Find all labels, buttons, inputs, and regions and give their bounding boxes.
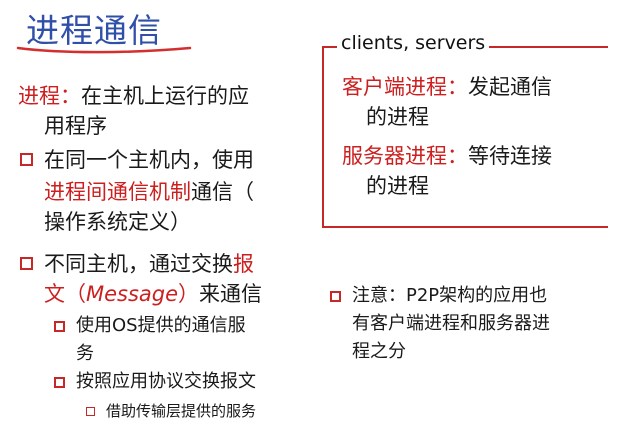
note-line-3: 程之分 [352,341,406,362]
bullet2-line-1-text: 不同主机，通过交换 [44,252,233,276]
bullet1-line-2-text: 通信（ [191,180,254,204]
intro-line-2: 用程序 [44,114,107,138]
sub1-line-2: 务 [76,343,94,364]
server-term: 服务器进程： [342,144,468,168]
bullet-square-icon [20,257,33,270]
client-text: 发起通信 [468,75,552,99]
sub2-line: 按照应用协议交换报文 [76,371,256,392]
bullet1-line-2: 进程间通信机制通信（ [44,176,254,208]
sub-sub-bullet-square-icon [86,407,95,416]
message-term-a: 报 [233,252,254,276]
box-label: clients, servers [337,32,490,54]
sub-bullet-square-icon [54,321,65,332]
bullet2-line-2-text: 来通信 [199,282,263,306]
sub3-line: 借助传输层提供的服务 [106,402,257,420]
note-line-1: 注意：P2P架构的应用也 [352,285,548,306]
bullet2-line-2: 文（Message）来通信 [44,278,262,310]
server-text: 等待连接 [468,144,552,168]
ipc-term: 进程间通信机制 [44,180,191,204]
server-line-2: 的进程 [366,174,429,198]
intro-text: 在主机上运行的应 [81,84,249,108]
client-term: 客户端进程： [342,75,468,99]
intro-line-1: 进程：在主机上运行的应 [18,80,249,112]
intro-term: 进程： [18,84,81,108]
bullet1-line-3: 操作系统定义） [44,210,191,234]
note-line-2: 有客户端进程和服务器进 [352,313,550,334]
message-term-c: ） [178,282,200,306]
sub1-line-1: 使用OS提供的通信服 [76,315,246,336]
title-underline [16,46,192,54]
client-line-1: 客户端进程：发起通信 [342,71,552,103]
message-english: Message [86,282,179,306]
client-line-2: 的进程 [366,105,429,129]
note-bullet-square-icon [330,291,341,302]
message-term-b: 文（ [44,282,86,306]
server-line-1: 服务器进程：等待连接 [342,140,552,172]
bullet-square-icon [20,153,33,166]
bullet1-line-1: 在同一个主机内，使用 [44,148,254,172]
sub-bullet-square-icon [54,377,65,388]
bullet2-line-1: 不同主机，通过交换报 [44,248,254,280]
